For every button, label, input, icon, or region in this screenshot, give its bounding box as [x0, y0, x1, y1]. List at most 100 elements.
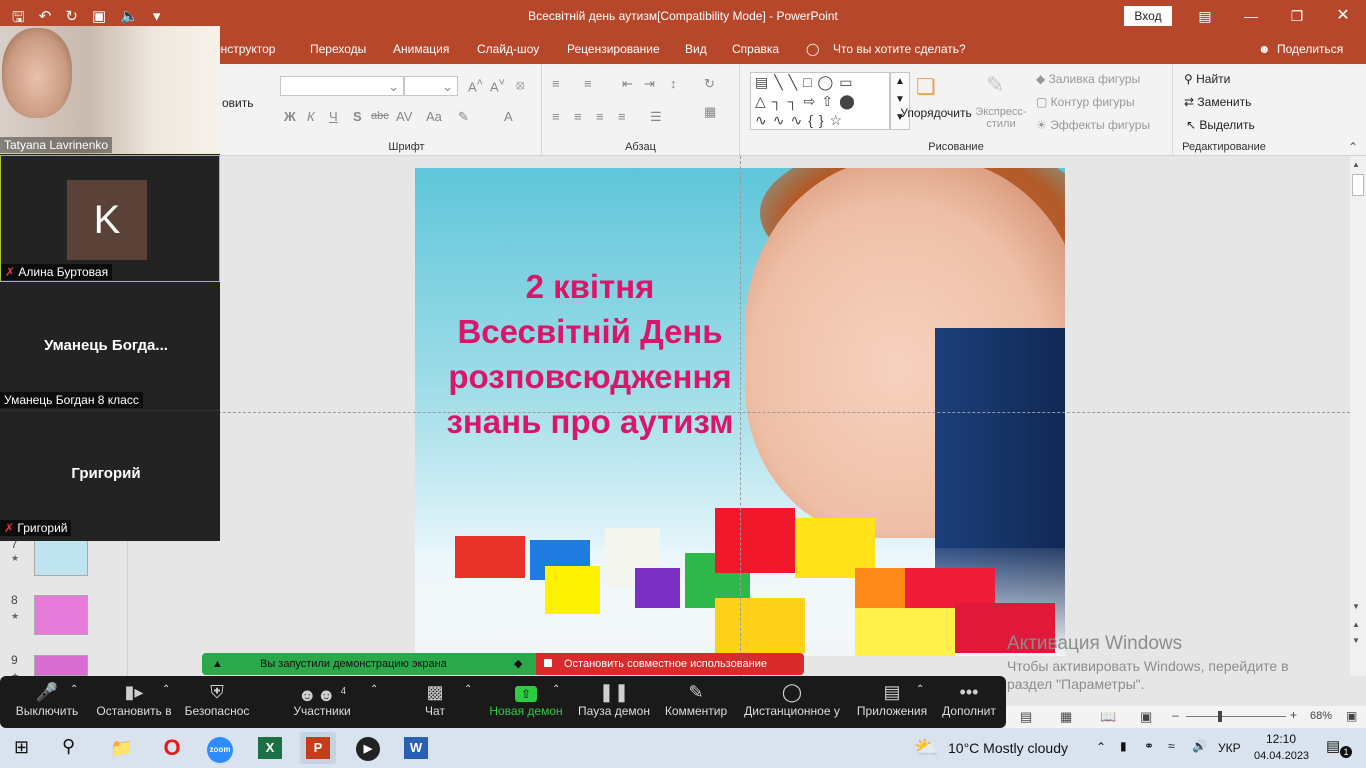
wifi-icon[interactable]: ≈	[1168, 739, 1175, 753]
word-icon[interactable]: W	[398, 732, 434, 764]
powerpoint-icon[interactable]: P	[300, 732, 336, 764]
prev-slide-icon[interactable]: ▲	[1352, 620, 1360, 629]
shape-fill-button[interactable]: ◆ Заливка фигуры	[1036, 72, 1140, 86]
chevron-up-icon[interactable]: ⌃	[552, 684, 560, 695]
chevron-up-icon[interactable]: ⌃	[916, 684, 924, 695]
line-spacing-icon[interactable]: ↕	[670, 76, 677, 91]
excel-icon[interactable]: X	[252, 732, 288, 764]
tab-slideshow[interactable]: Слайд-шоу	[477, 42, 539, 56]
highlight-icon[interactable]: ✎	[458, 109, 469, 125]
normal-view-icon[interactable]: ▤	[1020, 709, 1032, 725]
text-direction-icon[interactable]: ↻	[704, 76, 715, 92]
tell-me-search[interactable]: Что вы хотите сделать?	[833, 42, 966, 56]
tab-transitions[interactable]: Переходы	[310, 42, 366, 56]
bold-button[interactable]: Ж	[284, 109, 296, 124]
restore-button[interactable]: ❐	[1274, 0, 1320, 34]
grow-font-icon[interactable]: A˄	[468, 77, 483, 94]
zoom-in-icon[interactable]: +	[1290, 708, 1297, 722]
font-size-combo[interactable]: ⌄	[404, 76, 458, 96]
clock-date[interactable]: 04.04.2023	[1254, 750, 1309, 762]
notifications-icon[interactable]: ▤	[1326, 737, 1340, 755]
zoom-out-icon[interactable]: –	[1172, 708, 1179, 722]
quick-styles-button[interactable]: Экспресс-стили	[972, 106, 1030, 130]
security-button[interactable]: ⛨ Безопаснос	[180, 680, 254, 726]
tab-design[interactable]: онструктор	[214, 42, 275, 56]
shapes-scroll-icon[interactable]: ▲ ▼ ▼	[890, 72, 910, 130]
bullets-icon[interactable]: ≡	[552, 76, 560, 91]
microphone-tray-icon[interactable]: ⚭	[1144, 739, 1154, 753]
change-case-button[interactable]: Aa	[426, 109, 442, 124]
reading-view-icon[interactable]: 📖	[1100, 709, 1116, 725]
remote-control-button[interactable]: ◯ Дистанционное у	[740, 680, 844, 726]
scroll-up-icon[interactable]: ▲	[1352, 160, 1360, 169]
tab-view[interactable]: Вид	[685, 42, 707, 56]
shrink-font-icon[interactable]: A˅	[490, 77, 505, 94]
select-button[interactable]: ↖ Выделить	[1186, 118, 1255, 132]
video-tile[interactable]: K ✗ Алина Буртовая	[0, 155, 220, 282]
vertical-guide[interactable]	[740, 156, 741, 676]
opera-icon[interactable]: O	[154, 732, 190, 764]
replace-button[interactable]: ⇄ Заменить	[1184, 95, 1251, 109]
shadow-button[interactable]: S	[353, 109, 362, 124]
arrange-button[interactable]: Упорядочить	[894, 106, 978, 120]
increase-indent-icon[interactable]: ⇥	[644, 76, 655, 92]
align-center-icon[interactable]: ≡	[574, 109, 582, 124]
italic-button[interactable]: К	[307, 109, 315, 124]
slideshow-view-icon[interactable]: ▣	[1140, 709, 1152, 725]
font-name-combo[interactable]: ⌄	[280, 76, 404, 96]
next-slide-icon[interactable]: ▼	[1352, 636, 1360, 645]
windows-start-icon[interactable]: ⊞	[14, 737, 29, 758]
video-tile[interactable]: Григорий ✗ Григорий	[0, 412, 220, 540]
language-indicator[interactable]: УКР	[1218, 741, 1241, 755]
font-color-button[interactable]: A	[504, 109, 513, 124]
chevron-up-icon[interactable]: ⌃	[162, 684, 170, 695]
zoom-app-icon[interactable]: zoom	[202, 732, 238, 764]
close-button[interactable]: ✕	[1320, 0, 1366, 34]
collapse-ribbon-icon[interactable]: ⌃	[1348, 140, 1358, 154]
scroll-thumb[interactable]	[1352, 174, 1364, 196]
slide-thumbnail[interactable]	[34, 595, 88, 635]
ribbon-display-icon[interactable]: ▤	[1182, 0, 1228, 34]
numbering-icon[interactable]: ≡	[584, 76, 592, 91]
tab-review[interactable]: Рецензирование	[567, 42, 660, 56]
slide-title[interactable]: 2 квітня Всесвітній День розповсюдження …	[425, 264, 755, 444]
search-icon[interactable]: ⚲	[62, 736, 75, 757]
tray-chevron-icon[interactable]: ⌃	[1096, 740, 1106, 754]
stop-share-button[interactable]: Остановить совместное использование	[536, 653, 804, 675]
zoom-slider-thumb[interactable]	[1218, 711, 1222, 722]
spacing-button[interactable]: AV	[396, 109, 412, 124]
horizontal-guide[interactable]	[128, 412, 1350, 413]
clear-format-icon[interactable]: ⦻	[516, 77, 525, 93]
strikethrough-button[interactable]: abc	[371, 110, 389, 122]
columns-icon[interactable]: ☰	[650, 109, 662, 125]
file-explorer-icon[interactable]: 📁	[104, 732, 140, 764]
annotate-button[interactable]: ✎ Комментир	[660, 680, 732, 726]
shape-effects-button[interactable]: ☀ Эффекты фигуры	[1036, 118, 1150, 132]
scroll-down-icon[interactable]: ▼	[1352, 602, 1360, 611]
video-tile[interactable]: Tatyana Lavrinenko	[0, 26, 220, 154]
decrease-indent-icon[interactable]: ⇤	[622, 76, 633, 92]
slide-thumbnail[interactable]	[34, 655, 88, 676]
smartart-icon[interactable]: ▦	[704, 104, 716, 120]
battery-icon[interactable]: ▮	[1120, 739, 1127, 753]
participants-button[interactable]: ☻☻ 4 Участники	[284, 680, 360, 726]
slide-sorter-icon[interactable]: ▦	[1060, 709, 1072, 725]
shape-outline-button[interactable]: ▢ Контур фигуры	[1036, 95, 1135, 109]
chevron-up-icon[interactable]: ⌃	[370, 684, 378, 695]
fit-slide-icon[interactable]: ▣	[1346, 709, 1357, 723]
share-button[interactable]: Поделиться	[1277, 42, 1343, 56]
weather-text[interactable]: 10°C Mostly cloudy	[948, 740, 1068, 756]
volume-icon[interactable]: 🔊	[1192, 739, 1207, 753]
slide-thumbnail[interactable]	[34, 536, 88, 576]
pause-share-button[interactable]: ❚❚ Пауза демон	[574, 680, 654, 726]
clock-time[interactable]: 12:10	[1266, 732, 1296, 746]
video-tile[interactable]: Уманець Богда... Уманець Богдан 8 класс	[0, 283, 220, 411]
minimize-button[interactable]: —	[1228, 0, 1274, 34]
zoom-level[interactable]: 68%	[1310, 710, 1332, 722]
signin-button[interactable]: Вход	[1124, 6, 1172, 26]
chevron-up-icon[interactable]: ⌃	[70, 684, 78, 695]
align-right-icon[interactable]: ≡	[596, 109, 604, 124]
zoom-slider[interactable]	[1186, 716, 1286, 717]
tab-animations[interactable]: Анимация	[393, 42, 449, 56]
media-player-icon[interactable]: ▶	[350, 732, 386, 764]
